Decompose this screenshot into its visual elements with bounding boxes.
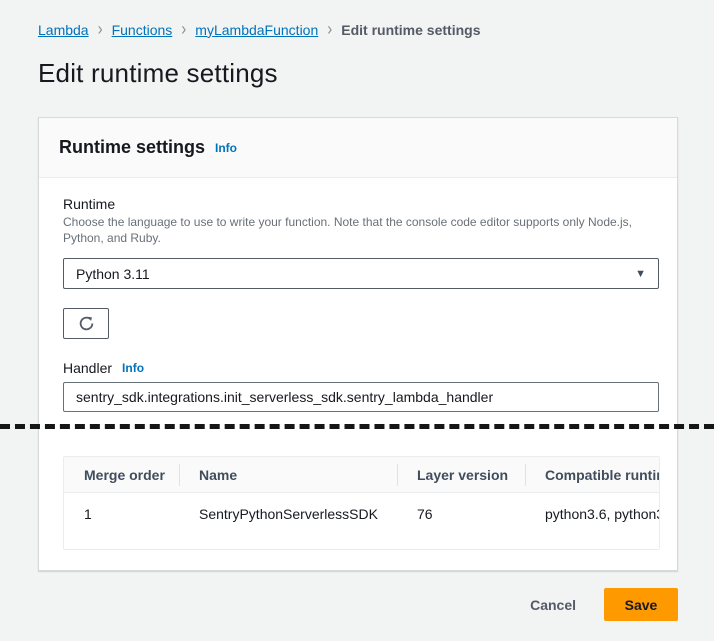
cell-layer-name: SentryPythonServerlessSDK	[179, 493, 397, 522]
handler-label-row: Handler Info	[63, 360, 144, 376]
breadcrumb-separator-icon: ›	[181, 19, 186, 40]
breadcrumb: Lambda › Functions › myLambdaFunction › …	[38, 21, 480, 38]
handler-input[interactable]	[63, 382, 659, 412]
table-row: 1 SentryPythonServerlessSDK 76 python3.6…	[64, 493, 660, 549]
breadcrumb-link-mylambdafunction[interactable]: myLambdaFunction	[195, 22, 318, 38]
column-header-merge-order: Merge order	[64, 457, 179, 493]
layers-table: Merge order Name Layer version Compatibl…	[63, 456, 660, 550]
breadcrumb-link-lambda[interactable]: Lambda	[38, 22, 89, 38]
runtime-settings-card: Runtime settings Info Runtime Choose the…	[38, 117, 678, 571]
card-title: Runtime settings	[59, 137, 205, 158]
breadcrumb-separator-icon: ›	[327, 19, 332, 40]
chevron-down-icon: ▼	[635, 268, 646, 280]
save-button[interactable]: Save	[604, 588, 678, 621]
handler-info-link[interactable]: Info	[122, 361, 144, 375]
card-header: Runtime settings Info	[39, 118, 677, 178]
breadcrumb-separator-icon: ›	[98, 19, 103, 40]
runtime-field-description: Choose the language to use to write your…	[63, 214, 649, 246]
footer-actions: Cancel Save	[38, 588, 678, 621]
runtime-select[interactable]: Python 3.11 ▼	[63, 258, 659, 289]
column-header-layer-version: Layer version	[397, 457, 525, 493]
column-header-compatible-runtimes: Compatible runtimes	[525, 457, 660, 493]
refresh-runtimes-button[interactable]	[63, 308, 109, 339]
page-title: Edit runtime settings	[38, 58, 278, 89]
cancel-button[interactable]: Cancel	[520, 589, 586, 621]
cell-layer-version: 76	[397, 493, 525, 522]
runtime-selected-value: Python 3.11	[76, 266, 635, 282]
cell-merge-order: 1	[64, 493, 179, 522]
column-header-name: Name	[179, 457, 397, 493]
edit-runtime-settings-page: Lambda › Functions › myLambdaFunction › …	[0, 0, 714, 641]
layers-table-header-row: Merge order Name Layer version Compatibl…	[64, 457, 660, 493]
runtime-field-label: Runtime	[63, 196, 115, 212]
runtime-settings-info-link[interactable]: Info	[215, 141, 237, 155]
screenshot-splice-dashed-line	[0, 424, 714, 429]
breadcrumb-link-functions[interactable]: Functions	[112, 22, 173, 38]
refresh-icon	[78, 315, 95, 332]
handler-field-label: Handler	[63, 360, 112, 376]
breadcrumb-current-page: Edit runtime settings	[341, 22, 480, 38]
cell-compatible-runtimes: python3.6, python3.7	[525, 493, 660, 522]
